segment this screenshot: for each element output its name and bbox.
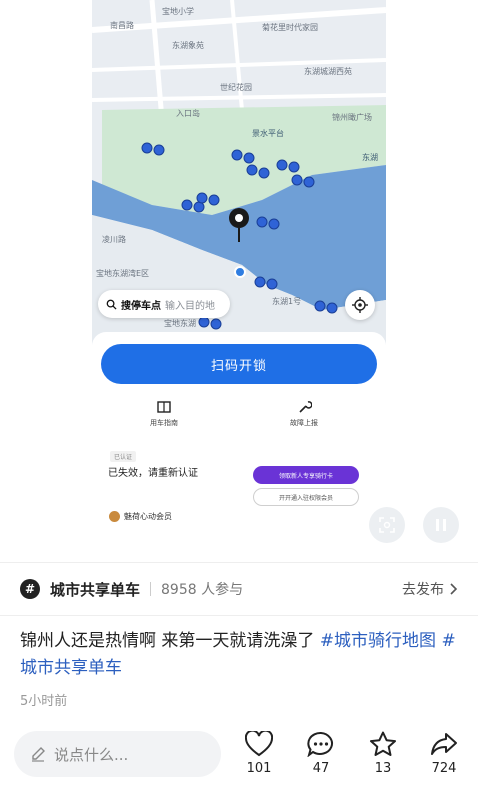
map-label: 锦州瞰广场 (332, 113, 372, 122)
map-label: 菊花里时代家园 (262, 23, 318, 32)
map-search-bar[interactable]: 搜停车点 输入目的地 (98, 290, 230, 318)
hashtag-link[interactable]: #城市骑行地图 (320, 631, 436, 651)
locate-icon (352, 297, 368, 313)
like-count: 101 (246, 761, 272, 776)
member-badge: 魅荷心动会员 (109, 511, 172, 522)
comment-bubble-icon (307, 731, 333, 757)
like-button[interactable]: 101 (239, 731, 279, 776)
locate-button[interactable] (345, 290, 375, 320)
heart-icon (245, 731, 273, 757)
wrench-icon (299, 401, 312, 413)
favorite-count: 13 (374, 761, 392, 776)
map-label: 世纪花园 (220, 83, 252, 92)
map-label: 东湖1号 (272, 297, 302, 306)
map-label: 入口岛 (176, 109, 200, 118)
share-count: 724 (431, 761, 457, 776)
member-avatar (109, 511, 120, 522)
map-label: 东湖 (362, 153, 378, 162)
map-label: 宝地东湖湾E区 (96, 269, 150, 278)
topic-hash-icon: # (20, 579, 40, 599)
post-text: 锦州人还是热情啊 来第一天就请洗澡了 #城市骑行地图 #城市共享单车 (20, 628, 460, 682)
member-button[interactable]: 开开通入驻权限会员 (253, 488, 359, 506)
comment-count: 47 (312, 761, 330, 776)
comment-placeholder: 说点什么... (54, 745, 129, 764)
post-body: 锦州人还是热情啊 来第一天就请洗澡了 (20, 631, 315, 651)
search-icon (106, 299, 117, 310)
map-label: 景水平台 (252, 129, 284, 138)
report-tool[interactable]: 故障上报 (290, 400, 318, 428)
share-arrow-icon (431, 733, 457, 755)
topic-bar[interactable]: # 城市共享单车 8958 人参与 去发布 (0, 562, 478, 616)
topic-participant-count: 8958 人参与 (161, 582, 244, 598)
map-label: 宝地小学 (162, 7, 194, 16)
favorite-button[interactable]: 13 (363, 731, 403, 776)
divider (150, 582, 152, 596)
screenshot-button[interactable] (369, 507, 405, 543)
expired-text: 已失效，请重新认证 (108, 468, 198, 479)
map-label: 凌川路 (102, 235, 126, 244)
guide-icon (157, 401, 171, 413)
post-detail-page: 南昌路 宝地小学 菊花里时代家园 东湖象苑 东湖城湖西苑 世纪花园 入口岛 锦州… (0, 0, 478, 800)
scan-frame-icon (379, 517, 395, 533)
comment-input[interactable]: 说点什么... (14, 731, 221, 777)
map-label: 东湖城湖西苑 (304, 67, 352, 76)
pause-icon (436, 519, 446, 531)
verify-chip: 已认证 (110, 451, 137, 462)
member-label: 魅荷心动会员 (124, 512, 172, 521)
share-button[interactable]: 724 (424, 731, 464, 776)
post-timestamp: 5小时前 (20, 694, 68, 709)
pencil-icon (32, 747, 45, 762)
guide-tool[interactable]: 用车指南 (150, 400, 178, 428)
post-image[interactable]: 南昌路 宝地小学 菊花里时代家园 东湖象苑 东湖城湖西苑 世纪花园 入口岛 锦州… (0, 0, 478, 560)
search-placeholder: 输入目的地 (165, 300, 215, 312)
search-keyword: 搜停车点 (121, 300, 161, 312)
pause-button[interactable] (423, 507, 459, 543)
map-label: 东湖象苑 (172, 41, 204, 50)
map-label: 宝地东湖 (164, 319, 196, 328)
ride-card-button[interactable]: 领取新人专享骑行卡 (253, 466, 359, 484)
publish-label: 去发布 (402, 582, 444, 598)
map-label: 南昌路 (110, 21, 134, 30)
report-label: 故障上报 (290, 419, 318, 427)
star-icon (370, 731, 396, 756)
guide-label: 用车指南 (150, 419, 178, 427)
publish-link[interactable]: 去发布 (402, 579, 458, 599)
scan-unlock-button[interactable]: 扫码开锁 (101, 344, 377, 384)
chevron-right-icon (450, 583, 458, 595)
topic-name: 城市共享单车 (50, 580, 141, 599)
comment-button[interactable]: 47 (301, 731, 341, 776)
